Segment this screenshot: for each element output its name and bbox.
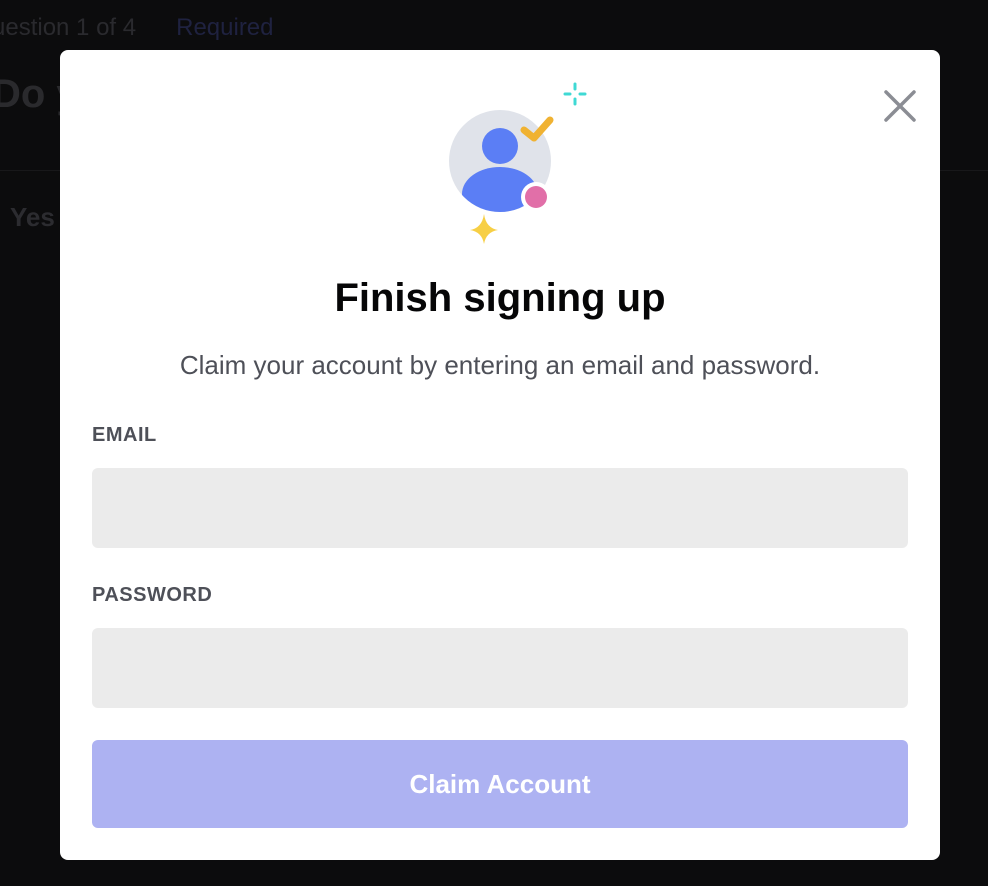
required-label: Required	[176, 14, 274, 41]
claim-account-button[interactable]: Claim Account	[92, 740, 908, 828]
password-label: PASSWORD	[92, 584, 213, 606]
password-field[interactable]	[92, 628, 908, 708]
avatar-illustration	[400, 72, 600, 272]
option-label: Yes	[10, 202, 55, 232]
email-label: EMAIL	[92, 424, 157, 446]
avatar-check-icon	[449, 82, 587, 244]
modal-title: Finish signing up	[334, 276, 666, 320]
question-counter: uestion 1 of 4	[0, 14, 137, 41]
close-icon	[884, 90, 916, 122]
question-header: uestion 1 of 4 Required	[0, 14, 274, 42]
close-button[interactable]	[880, 86, 920, 126]
teal-sparkle-icon	[563, 82, 587, 106]
email-field[interactable]	[92, 468, 908, 548]
modal-subtitle: Claim your account by entering an email …	[179, 350, 821, 380]
finish-signup-modal: Finish signing up Claim your account by …	[60, 50, 940, 860]
